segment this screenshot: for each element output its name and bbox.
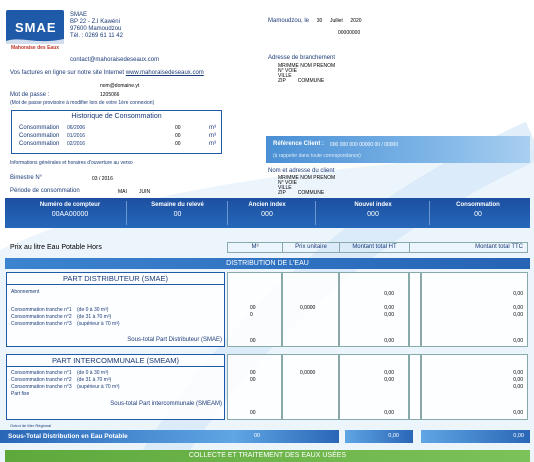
smeam-part-title: PART INTERCOMMUNALE (SMEAM) (7, 355, 224, 367)
reference-note: (à rappeler dans toute correspondance) (273, 153, 361, 159)
periode-to: JUIN (139, 189, 151, 195)
tranche-row: Consommation tranche n°1 (de 0 à 30 m³) (11, 370, 109, 376)
tranche-row: Consommation tranche n°2 (de 31 à 70 m³) (11, 377, 112, 383)
company-block: SMAE BP 22 - Z.I Kawéni 97600 Mamoudzou … (70, 12, 123, 40)
tranche-row: Consommation tranche n°2 (de 31 à 70 m³) (11, 314, 112, 320)
meter-header: Semaine du relevé (151, 202, 204, 208)
company-address1: BP 22 - Z.I Kawéni (70, 19, 120, 25)
part-fixe-label: Part fixe (11, 391, 30, 397)
company-email[interactable]: contact@mahoraisedeseaux.com (70, 57, 159, 64)
online-user: nom@domaine.yt (100, 83, 140, 89)
divider (315, 201, 316, 225)
history-row: Consommation 01/2016 00 m³ (19, 133, 216, 139)
smae-col-m3: 00 0 00 (227, 272, 282, 347)
history-box: Historique de Consommation Consommation … (11, 110, 222, 154)
smae-logo: SMAE Mahoraise des Eaux (6, 10, 64, 51)
smeam-col-ttc: 0,00 0,00 0,00 0,00 (421, 354, 528, 420)
reference-band: Référence Client : 000 000 000 00000 00 … (266, 136, 530, 163)
smae-col-spacer (409, 272, 421, 347)
col-header-ttc: Montant total TTC (475, 244, 523, 250)
bimestre-value: 03 / 2016 (92, 176, 113, 182)
password-label: Mot de passe : (10, 92, 50, 98)
date-line: Mamoudzou, le 30 Juillet 2020 (268, 18, 362, 24)
client-title: Nom et adresse du client (268, 168, 335, 174)
meter-header: Nouvel index (354, 202, 392, 208)
smeam-part-box: PART INTERCOMMUNALE (SMEAM) Consommation… (6, 354, 225, 420)
meter-value: 000 (367, 211, 379, 218)
meter-value: 000 (261, 211, 273, 218)
tranche-row: Consommation tranche n°3 (supérieur à 70 … (11, 321, 120, 327)
collecte-band: COLLECTE ET TRAITEMENT DES EAUX USÉES (5, 450, 530, 462)
website-link[interactable]: www.mahoraisedeseaux.com (126, 70, 204, 76)
smae-col-ht: 0,00 0,00 0,00 0,00 (339, 272, 409, 347)
smae-col-ttc: 0,00 0,00 0,00 0,00 (421, 272, 528, 347)
smeam-col-unit: 0,0000 (282, 354, 339, 420)
branchement-title: Adresse de branchement (268, 55, 336, 61)
reference-label: Référence Client : (273, 141, 325, 147)
client-address: MR/MME NOM PRENOM N° VOIE VILLE ZIP COMMU… (278, 175, 336, 196)
col-header-m3: M³ (228, 243, 283, 252)
col-header-unit-price: Prix unitaire (283, 243, 340, 252)
history-title: Historique de Consommation (71, 113, 162, 120)
reference-value: 000 000 000 00000 00 / 00000 (330, 142, 399, 148)
smae-part-title: PART DISTRIBUTEUR (SMAE) (7, 273, 224, 285)
octroi-label: Octroi de Mer Régional (10, 423, 52, 428)
password-note: (Mot de passe provisoire à modifier lors… (10, 100, 155, 106)
doc-number: 00000000 (338, 30, 361, 36)
tranche-row: Consommation tranche n°3 (supérieur à 70 … (11, 384, 120, 390)
meter-value: 00 (474, 211, 482, 218)
smeam-col-ht: 0,00 0,00 0,00 (339, 354, 409, 420)
periode-label: Période de consommation (10, 188, 80, 194)
company-address2: 97600 Mamoudzou (70, 26, 122, 32)
smeam-subtotal-label: Sous-total Part intercommunale (SMEAM) (110, 401, 222, 407)
branchement-address: MR/MME NOM PRENOM N° VOIE VILLE ZIP COMMU… (278, 63, 336, 84)
divider (126, 201, 127, 225)
abonnement-label: Abonnement (11, 289, 40, 295)
total-distribution-ht: 0,00 (345, 430, 413, 443)
total-distribution-label: Sous-Total Distribution en Eau Potable (0, 430, 234, 443)
smeam-col-m3: 00 00 00 (227, 354, 282, 420)
history-row: Consommation 02/2016 00 m³ (19, 141, 216, 147)
password-value: 1205066 (100, 92, 120, 98)
company-name: SMAE (70, 12, 88, 18)
smeam-tranches: Consommation tranche n°1 (de 0 à 30 m³) C… (11, 370, 221, 398)
meter-header: Consommation (456, 202, 500, 208)
tranche-row: Consommation tranche n°1 (de 0 à 30 m³) (11, 307, 109, 313)
meter-band: Numéro de compteur 00AA00000 Semaine du … (5, 198, 530, 228)
smeam-col-spacer (409, 354, 421, 420)
price-header-row: M³ Prix unitaire Montant total HT Montan… (227, 242, 528, 253)
smae-tranches: Consommation tranche n°1 (de 0 à 30 m³) C… (11, 307, 221, 328)
periode-from: MAI (118, 189, 127, 195)
online-text: Vos factures en ligne sur notre site Int… (10, 70, 204, 76)
meter-header: Ancien index (248, 202, 286, 208)
smae-col-unit: 0,0000 (282, 272, 339, 347)
company-phone: Tél. : 0269 61 11 42 (70, 33, 123, 39)
col-header-ht: Montant total HT (340, 243, 410, 252)
total-distribution-m3: 00 (234, 430, 339, 443)
history-rows: Consommation 06/2006 00 m³ Consommation … (19, 125, 219, 149)
info-text: Informations générales et horaires d'ouv… (10, 160, 133, 166)
distribution-band: DISTRIBUTION DE L'EAU (5, 258, 530, 269)
total-distribution-ttc: 0,00 (421, 430, 530, 443)
bimestre-label: Bimestre N° (10, 175, 43, 181)
smae-subtotal-label: Sous-total Part Distributeur (SMAE) (127, 337, 222, 343)
meter-header: Numéro de compteur (39, 202, 101, 208)
meter-value: 00AA00000 (51, 211, 89, 218)
divider (429, 201, 430, 225)
meter-value: 00 (173, 211, 182, 218)
price-title: Prix au litre Eau Potable Hors (10, 244, 102, 251)
history-row: Consommation 06/2006 00 m³ (19, 125, 216, 131)
smae-part-box: PART DISTRIBUTEUR (SMAE) Abonnement Cons… (6, 272, 225, 347)
